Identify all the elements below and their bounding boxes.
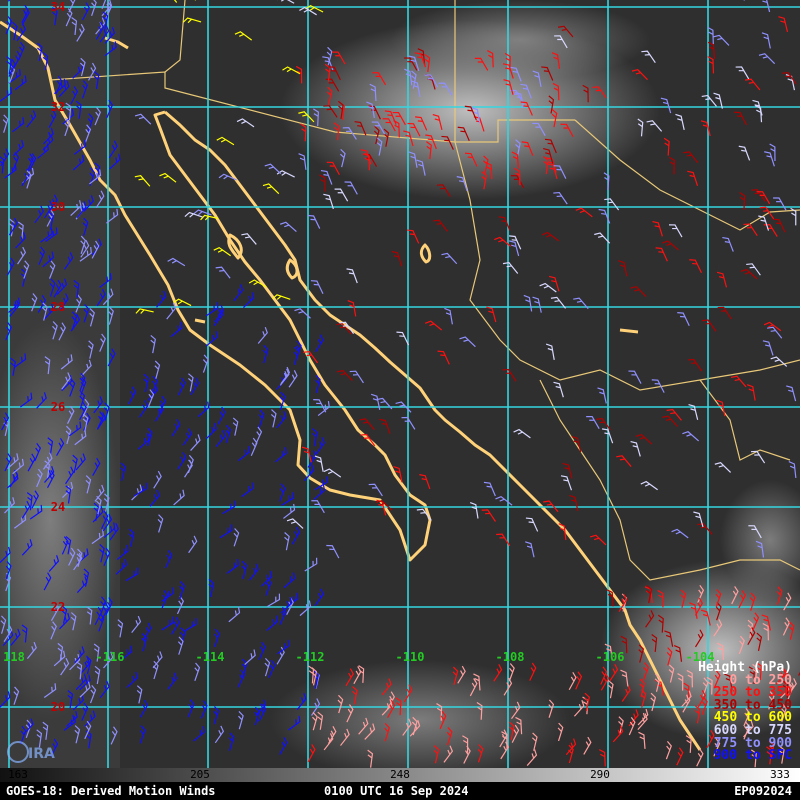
lat-label-34: 34 <box>50 0 66 14</box>
colorbar-tick-163: 163 <box>8 768 28 781</box>
colorbar-tick-290: 290 <box>590 768 610 781</box>
lat-label-32: 32 <box>50 100 66 114</box>
cira-logo-icon: IRA <box>7 741 55 763</box>
lon-label-118: 118 <box>3 650 25 664</box>
footer-bar: GOES-18: Derived Motion Winds 0100 UTC 1… <box>0 782 800 800</box>
colorbar-tick-248: 248 <box>390 768 410 781</box>
lon-label-110: -110 <box>395 650 425 664</box>
footer-timestamp: 0100 UTC 16 Sep 2024 <box>324 784 469 798</box>
lat-label-24: 24 <box>50 500 66 514</box>
cloud-mass-north-top <box>390 0 650 80</box>
lat-label-28: 28 <box>50 300 66 314</box>
lat-label-22: 22 <box>50 600 66 614</box>
lat-label-20: 20 <box>50 700 66 714</box>
lon-label-106: -106 <box>595 650 625 664</box>
footer-storm-id: EP092024 <box>734 784 792 798</box>
footer-product-title: GOES-18: Derived Motion Winds <box>6 784 216 798</box>
satellite-wind-map: 34 32 30 28 26 24 22 20 118 -116 -114 -1… <box>0 0 800 800</box>
height-legend: Height (hPa) 0 to 250 250 to 350 350 to 45… <box>698 661 792 764</box>
lon-label-112: -112 <box>295 650 325 664</box>
colorbar-tick-333: 333 <box>770 768 790 781</box>
lon-label-108: -108 <box>495 650 525 664</box>
lon-label-114: -114 <box>195 650 225 664</box>
colorbar-tick-205: 205 <box>190 768 210 781</box>
svg-text:IRA: IRA <box>28 746 55 762</box>
lat-label-30: 30 <box>50 200 66 214</box>
lon-label-116: -116 <box>95 650 125 664</box>
legend-item: 900 to SFC <box>713 748 792 764</box>
legend-items: 0 to 250 250 to 350 350 to 450 450 to 600 60… <box>698 674 792 764</box>
lat-label-26: 26 <box>50 400 66 414</box>
